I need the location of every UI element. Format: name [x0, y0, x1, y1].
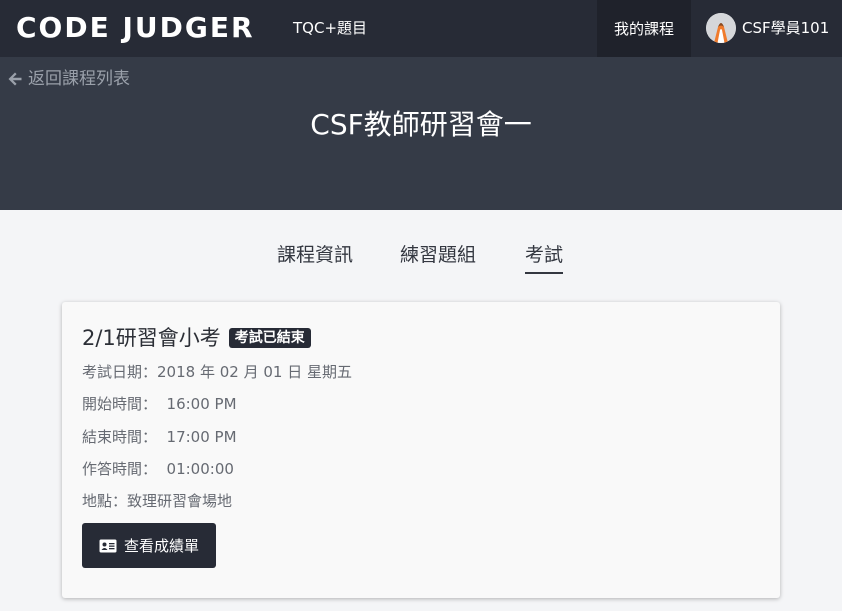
user-avatar-icon: [706, 13, 736, 43]
exam-date: 考試日期：2018 年 02 月 01 日 星期五: [82, 363, 352, 381]
tab-exams[interactable]: 考試: [525, 242, 564, 274]
exam-start-time: 開始時間： 16:00 PM: [82, 395, 237, 413]
exam-card: 2/1研習會小考 考試已結束 考試日期：2018 年 02 月 01 日 星期五…: [62, 302, 780, 598]
arrow-left-icon: [8, 72, 22, 86]
id-card-icon: [99, 539, 117, 552]
tab-practice-sets[interactable]: 練習題組: [400, 242, 476, 272]
course-tabs: 課程資訊 練習題組 考試: [0, 238, 842, 278]
exam-title: 2/1研習會小考: [82, 326, 221, 350]
user-name: CSF學員101: [742, 19, 830, 37]
course-title: CSF教師研習會一: [310, 108, 532, 141]
exam-duration: 作答時間： 01:00:00: [82, 460, 234, 478]
exam-title-row: 2/1研習會小考 考試已結束: [82, 324, 311, 352]
top-navbar: CODE JUDGER TQC+題目 我的課程 CSF學員101: [0, 0, 842, 57]
view-scores-label: 查看成績單: [123, 537, 199, 555]
course-header: 返回課程列表 CSF教師研習會一: [0, 57, 842, 210]
status-badge: 考試已結束: [228, 328, 311, 348]
user-menu[interactable]: CSF學員101: [706, 13, 829, 43]
view-scores-button[interactable]: 查看成績單: [82, 523, 216, 568]
back-link-label: 返回課程列表: [28, 69, 130, 89]
nav-link-tqc[interactable]: TQC+題目: [293, 17, 367, 39]
exam-location: 地點：致理研習會場地: [82, 492, 233, 510]
exam-end-time: 結束時間： 17:00 PM: [82, 428, 237, 446]
nav-link-my-courses[interactable]: 我的課程: [597, 0, 691, 57]
back-to-course-list-link[interactable]: 返回課程列表: [7, 67, 130, 91]
tab-course-info[interactable]: 課程資訊: [277, 242, 353, 272]
brand-logo[interactable]: CODE JUDGER: [16, 9, 255, 47]
nav-link-my-courses-label: 我的課程: [613, 20, 674, 38]
